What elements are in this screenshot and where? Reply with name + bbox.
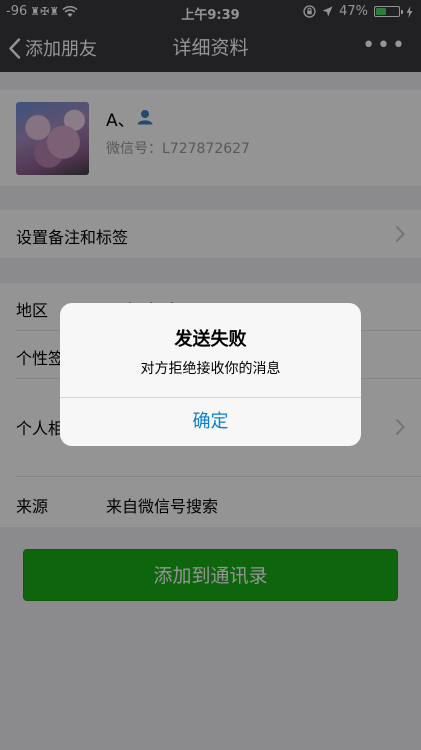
confirm-button[interactable]: 确定: [60, 398, 361, 446]
alert-title: 发送失败: [174, 329, 247, 350]
send-failed-alert: 发送失败 对方拒绝接收你的消息 确定: [60, 303, 361, 446]
alert-message: 对方拒绝接收你的消息: [140, 361, 281, 377]
profile-detail-screen: -96 ♜✠♜ 上午9:39 47% 添加朋友 详细资料 ••• A、 微信号：…: [0, 0, 421, 750]
